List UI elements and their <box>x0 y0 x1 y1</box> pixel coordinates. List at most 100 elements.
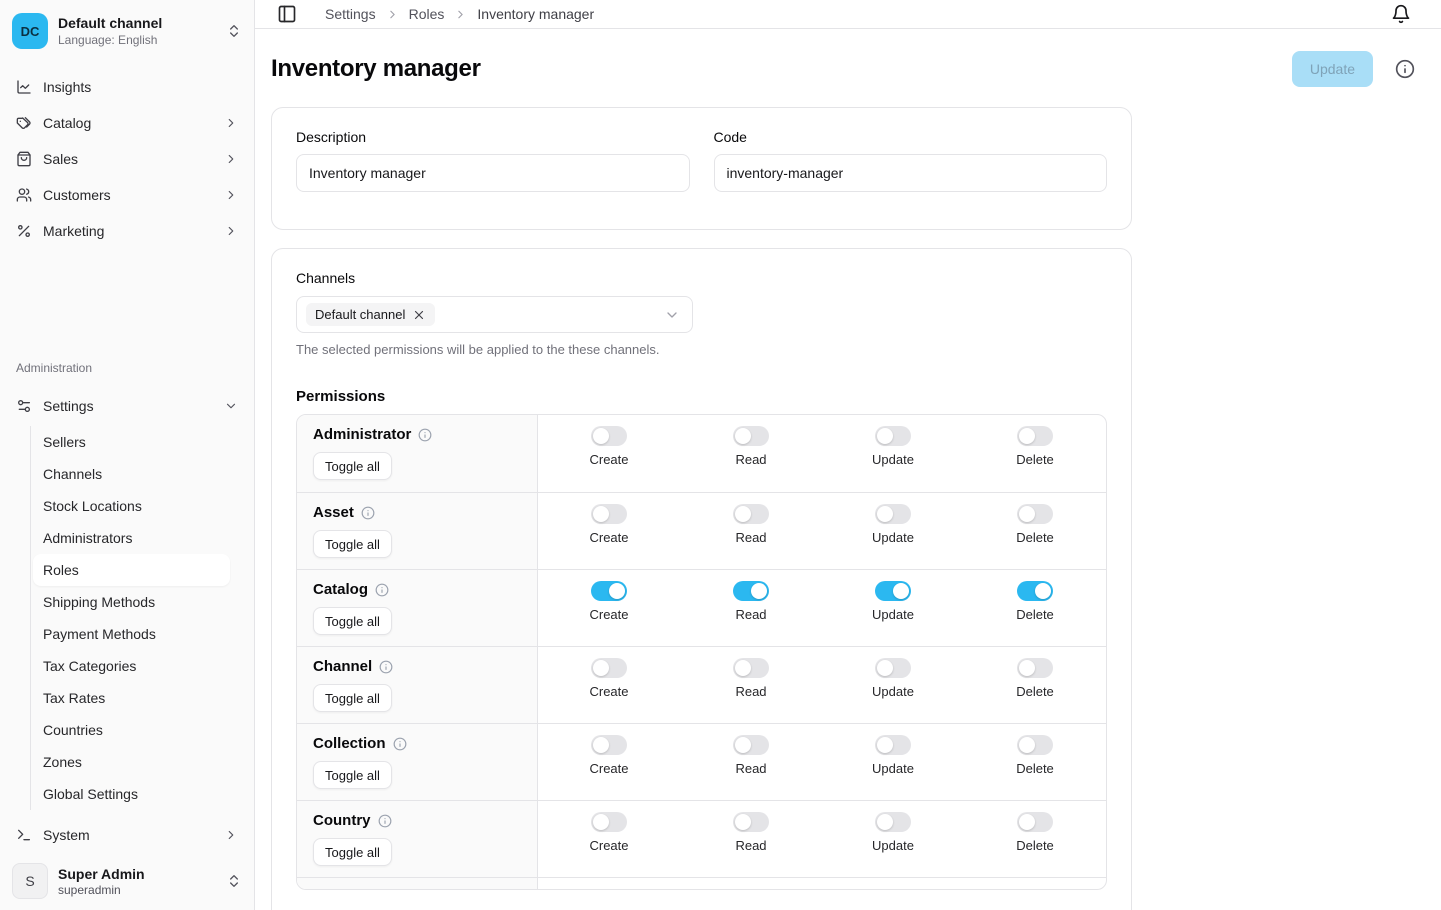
workspace-switcher[interactable]: DC Default channel Language: English <box>0 0 254 62</box>
sidebar-item-zones[interactable]: Zones <box>33 746 230 778</box>
toggle-create[interactable] <box>591 426 627 446</box>
sidebar-item-settings[interactable]: Settings <box>8 388 246 424</box>
channels-select[interactable]: Default channel <box>296 296 693 333</box>
breadcrumb-roles[interactable]: Roles <box>409 6 445 22</box>
toggle-all-button[interactable]: Toggle all <box>313 761 392 789</box>
toggle-delete[interactable] <box>1017 812 1053 832</box>
info-icon[interactable] <box>375 583 389 597</box>
description-input[interactable] <box>296 154 690 192</box>
sidebar-item-system[interactable]: System <box>8 817 246 853</box>
toggle-delete[interactable] <box>1017 658 1053 678</box>
sidebar-item-shipping-methods[interactable]: Shipping Methods <box>33 586 230 618</box>
toggle-delete[interactable] <box>1017 504 1053 524</box>
toggle-create[interactable] <box>591 658 627 678</box>
sidebar-item-tax-rates[interactable]: Tax Rates <box>33 682 230 714</box>
toggle-create[interactable] <box>591 812 627 832</box>
toggle-create[interactable] <box>591 581 627 601</box>
toggle-read[interactable] <box>733 735 769 755</box>
subnav-label: Tax Categories <box>43 658 136 674</box>
toggle-all-button[interactable]: Toggle all <box>313 530 392 558</box>
sidebar-toggle-button[interactable] <box>273 0 301 28</box>
toggle-update[interactable] <box>875 504 911 524</box>
chevron-right-icon <box>224 224 238 238</box>
subnav-label: Global Settings <box>43 786 138 802</box>
shopping-bag-icon <box>16 151 32 167</box>
sidebar-item-roles[interactable]: Roles <box>33 554 230 586</box>
toggle-label: Update <box>872 607 914 622</box>
toggle-label: Read <box>735 838 766 853</box>
info-icon[interactable] <box>393 737 407 751</box>
toggle-delete[interactable] <box>1017 735 1053 755</box>
subnav-label: Roles <box>43 562 79 578</box>
sidebar-item-countries[interactable]: Countries <box>33 714 230 746</box>
toggle-label: Update <box>872 761 914 776</box>
breadcrumb-settings[interactable]: Settings <box>325 6 376 22</box>
toggle-update[interactable] <box>875 581 911 601</box>
toggle-delete[interactable] <box>1017 581 1053 601</box>
percent-icon <box>16 223 32 239</box>
chevron-right-icon <box>224 828 238 842</box>
permission-name: Catalog <box>313 581 368 598</box>
sidebar-item-catalog[interactable]: Catalog <box>8 105 246 141</box>
permission-cell: Create <box>538 801 680 877</box>
sidebar-item-channels[interactable]: Channels <box>33 458 230 490</box>
toggle-all-button[interactable]: Toggle all <box>313 607 392 635</box>
permission-row-partial <box>297 877 1106 889</box>
permission-cell: Delete <box>964 570 1106 646</box>
toggle-read[interactable] <box>733 812 769 832</box>
subnav-label: Sellers <box>43 434 86 450</box>
permission-cell: Delete <box>964 801 1106 877</box>
sidebar-item-administrators[interactable]: Administrators <box>33 522 230 554</box>
toggle-read[interactable] <box>733 658 769 678</box>
info-icon[interactable] <box>418 428 432 442</box>
user-menu[interactable]: S Super Admin superadmin <box>0 853 254 910</box>
info-icon[interactable] <box>378 814 392 828</box>
toggle-label: Read <box>735 684 766 699</box>
toggle-create[interactable] <box>591 735 627 755</box>
workspace-meta: Default channel Language: English <box>58 14 216 48</box>
remove-chip-icon[interactable] <box>412 308 426 322</box>
toggle-update[interactable] <box>875 812 911 832</box>
toggle-label: Read <box>735 452 766 467</box>
update-button[interactable]: Update <box>1292 51 1373 87</box>
toggle-delete[interactable] <box>1017 426 1053 446</box>
toggle-update[interactable] <box>875 735 911 755</box>
toggle-all-button[interactable]: Toggle all <box>313 684 392 712</box>
toggle-all-button[interactable]: Toggle all <box>313 838 392 866</box>
sidebar-item-stock-locations[interactable]: Stock Locations <box>33 490 230 522</box>
code-input[interactable] <box>714 154 1108 192</box>
sidebar-item-sales[interactable]: Sales <box>8 141 246 177</box>
workspace-language: Language: English <box>58 32 216 48</box>
sidebar-item-marketing[interactable]: Marketing <box>8 213 246 249</box>
permission-name: Asset <box>313 504 354 521</box>
topbar: Settings Roles Inventory manager <box>255 0 1441 29</box>
tags-icon <box>16 115 32 131</box>
toggle-create[interactable] <box>591 504 627 524</box>
sidebar-item-insights[interactable]: Insights <box>8 69 246 105</box>
toggle-all-button[interactable]: Toggle all <box>313 452 392 480</box>
breadcrumb: Settings Roles Inventory manager <box>325 6 594 22</box>
permission-row-catalog: Catalog Toggle all Create Read <box>297 569 1106 646</box>
user-avatar: S <box>12 863 48 899</box>
sidebar-item-tax-categories[interactable]: Tax Categories <box>33 650 230 682</box>
permission-cell: Create <box>538 570 680 646</box>
sidebar-item-global-settings[interactable]: Global Settings <box>33 778 230 810</box>
toggle-read[interactable] <box>733 504 769 524</box>
sidebar-item-customers[interactable]: Customers <box>8 177 246 213</box>
info-icon[interactable] <box>361 506 375 520</box>
toggle-update[interactable] <box>875 426 911 446</box>
toggle-update[interactable] <box>875 658 911 678</box>
chevron-down-icon <box>224 399 238 413</box>
sidebar-item-payment-methods[interactable]: Payment Methods <box>33 618 230 650</box>
info-icon[interactable] <box>379 660 393 674</box>
permissions-heading: Permissions <box>296 388 1107 405</box>
permission-cell: Create <box>538 415 680 492</box>
admin-nav: Settings <box>0 388 254 424</box>
notifications-button[interactable] <box>1387 0 1415 28</box>
toggle-label: Create <box>589 684 628 699</box>
toggle-read[interactable] <box>733 581 769 601</box>
info-icon[interactable] <box>1395 59 1415 79</box>
toggle-read[interactable] <box>733 426 769 446</box>
subnav-label: Zones <box>43 754 82 770</box>
sidebar-item-sellers[interactable]: Sellers <box>33 426 230 458</box>
